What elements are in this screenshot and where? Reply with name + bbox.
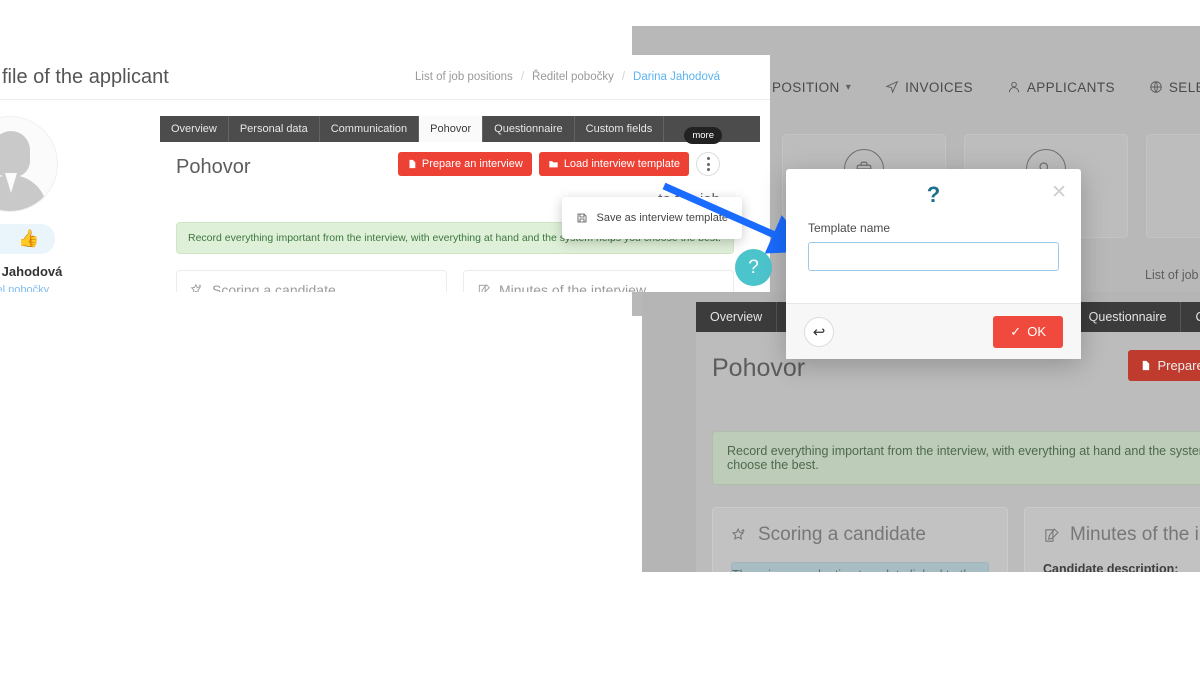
- chevron-down-icon: ▾: [845, 81, 852, 93]
- avatar-head: [0, 131, 30, 177]
- applicant-main: Overview Personal data Communication Poh…: [160, 116, 770, 292]
- lower-tab-questionnaire[interactable]: Questionnaire: [1074, 302, 1182, 332]
- edit-note-icon: [478, 284, 490, 292]
- card-scoring-title: Scoring a candidate: [212, 282, 336, 292]
- lower-action-buttons: Prepare an interview Load interview temp…: [1128, 350, 1200, 381]
- nav-label-applicants: APPLICANTS: [1026, 79, 1115, 95]
- nav-label-position: POSITION: [772, 79, 840, 95]
- tab-personal-data[interactable]: Personal data: [228, 116, 320, 142]
- lower-card-scoring-header: Scoring a candidate: [731, 524, 989, 546]
- lower-candidate-description-label: Candidate description:: [1043, 562, 1179, 572]
- nav-item-invoices[interactable]: INVOICES: [885, 80, 973, 95]
- tab-pohovor[interactable]: Pohovor: [419, 116, 484, 142]
- tab-overview[interactable]: Overview: [160, 116, 229, 142]
- card-minutes-of-interview: Minutes of the interview Candidate descr…: [463, 270, 734, 292]
- tab-questionnaire[interactable]: Questionnaire: [483, 116, 575, 142]
- lower-to-the-job: to the job: [712, 389, 1200, 409]
- card-minutes-title: Minutes of the interview: [499, 282, 647, 292]
- help-bubble-button[interactable]: ?: [735, 249, 772, 286]
- save-icon: [577, 213, 586, 223]
- nav-item-applicants[interactable]: APPLICANTS: [1007, 80, 1115, 95]
- applicant-header: file of the applicant List of job positi…: [0, 55, 770, 100]
- prepare-interview-button[interactable]: Prepare an interview: [397, 152, 532, 176]
- applicant-profile-window: file of the applicant List of job positi…: [0, 55, 770, 292]
- thumbs-down-icon[interactable]: 👎: [0, 229, 2, 249]
- card-scoring-a-candidate: Scoring a candidate: [176, 270, 447, 292]
- more-actions-dropdown: Save as interview template: [561, 197, 742, 239]
- background-footer-link[interactable]: List of job positions: [1145, 268, 1200, 282]
- load-interview-template-label: Load interview template: [563, 158, 680, 170]
- nav-item-selections[interactable]: SELECTIONS ▾: [1149, 80, 1200, 95]
- send-icon: [885, 80, 899, 94]
- folder-icon: [549, 161, 558, 168]
- screenshot-root: POSITION ▾ INVOICES APPLICANTS SELECTION…: [0, 0, 1200, 678]
- lower-card-minutes: Minutes of the interview Candidate descr…: [1024, 507, 1200, 572]
- modal-footer: ↩ ✓ OK: [786, 303, 1081, 359]
- lower-tab-custom-fields[interactable]: Custom fields: [1181, 302, 1200, 332]
- avatar-body: [0, 175, 47, 211]
- close-icon[interactable]: ✕: [1051, 183, 1067, 202]
- prepare-interview-label: Prepare an interview: [421, 158, 523, 170]
- lower-info-notice: Record everything important from the int…: [712, 431, 1200, 485]
- card-minutes-header: Minutes of the interview: [477, 282, 720, 292]
- applicant-position-link[interactable]: Ředitel pobočky: [0, 284, 49, 292]
- modal-question-title: ?: [926, 182, 941, 207]
- kebab-menu-icon[interactable]: [696, 152, 720, 176]
- modal-body: Template name: [786, 221, 1081, 303]
- modal-header: ? ✕: [786, 169, 1081, 221]
- lower-prepare-label: Prepare an interview: [1157, 358, 1200, 373]
- lower-card-scoring: Scoring a candidate There is no evaluati…: [712, 507, 1008, 572]
- lower-no-template-banner: There is no evaluation template linked t…: [731, 562, 989, 572]
- more-tooltip: more: [684, 127, 722, 144]
- dashboard-card-calendar[interactable]: Calendar: [1146, 134, 1200, 238]
- star-plus-icon: [190, 283, 202, 292]
- ok-button-label: OK: [1027, 324, 1046, 339]
- globe-icon: [1150, 81, 1162, 93]
- breadcrumb-item-positions[interactable]: List of job positions: [415, 71, 513, 83]
- nav-item-position[interactable]: POSITION ▾: [772, 80, 851, 95]
- user-icon: [1008, 81, 1019, 93]
- ok-button[interactable]: ✓ OK: [993, 315, 1063, 348]
- breadcrumb-item-job[interactable]: Ředitel pobočky: [532, 71, 614, 83]
- nav-label-selections: SELECTIONS: [1168, 79, 1200, 95]
- save-template-modal: ? ✕ Template name ↩ ✓ OK: [786, 169, 1081, 359]
- menu-item-save-as-template[interactable]: Save as interview template: [562, 205, 742, 231]
- lower-tab-overview[interactable]: Overview: [696, 302, 778, 332]
- breadcrumb-separator: /: [621, 71, 626, 83]
- file-icon: [1143, 360, 1150, 371]
- template-name-label: Template name: [808, 221, 891, 235]
- star-plus-icon: [731, 527, 745, 540]
- avatar: [0, 116, 58, 212]
- applicant-tab-bar: Overview Personal data Communication Poh…: [160, 116, 760, 142]
- applicant-name: Darina Jahodová: [0, 264, 63, 279]
- nav-label-invoices: INVOICES: [905, 79, 973, 95]
- lower-card-minutes-header: Minutes of the interview: [1043, 524, 1200, 546]
- back-arrow-icon[interactable]: ↩: [804, 316, 834, 347]
- breadcrumb: List of job positions / Ředitel pobočky …: [415, 71, 760, 83]
- lower-card-scoring-title: Scoring a candidate: [758, 524, 926, 545]
- breadcrumb-item-current[interactable]: Darina Jahodová: [633, 71, 720, 83]
- page-title: file of the applicant: [2, 65, 169, 88]
- interview-action-buttons: Prepare an interview Load interview temp…: [397, 152, 720, 176]
- thumbs-up-icon[interactable]: 👍: [18, 229, 39, 249]
- check-icon: ✓: [1010, 323, 1022, 339]
- breadcrumb-separator: /: [520, 71, 525, 83]
- edit-note-icon: [1045, 527, 1059, 542]
- card-scoring-header: Scoring a candidate: [190, 282, 433, 292]
- rating-thumbs: 👎 👍: [0, 224, 56, 254]
- lower-prepare-interview-button[interactable]: Prepare an interview: [1128, 350, 1200, 381]
- file-icon: [409, 159, 416, 169]
- applicant-content: more Pohovor Prepare an interview Load i…: [160, 127, 760, 292]
- load-interview-template-button[interactable]: Load interview template: [538, 152, 689, 176]
- lower-card-minutes-title: Minutes of the interview: [1070, 524, 1200, 545]
- tab-communication[interactable]: Communication: [319, 116, 420, 142]
- applicant-sidebar: 👎 👍 Darina Jahodová Ředitel pobočky: [0, 116, 160, 292]
- menu-item-save-as-template-label: Save as interview template: [596, 212, 728, 224]
- tab-custom-fields[interactable]: Custom fields: [574, 116, 665, 142]
- template-name-input[interactable]: [808, 242, 1059, 271]
